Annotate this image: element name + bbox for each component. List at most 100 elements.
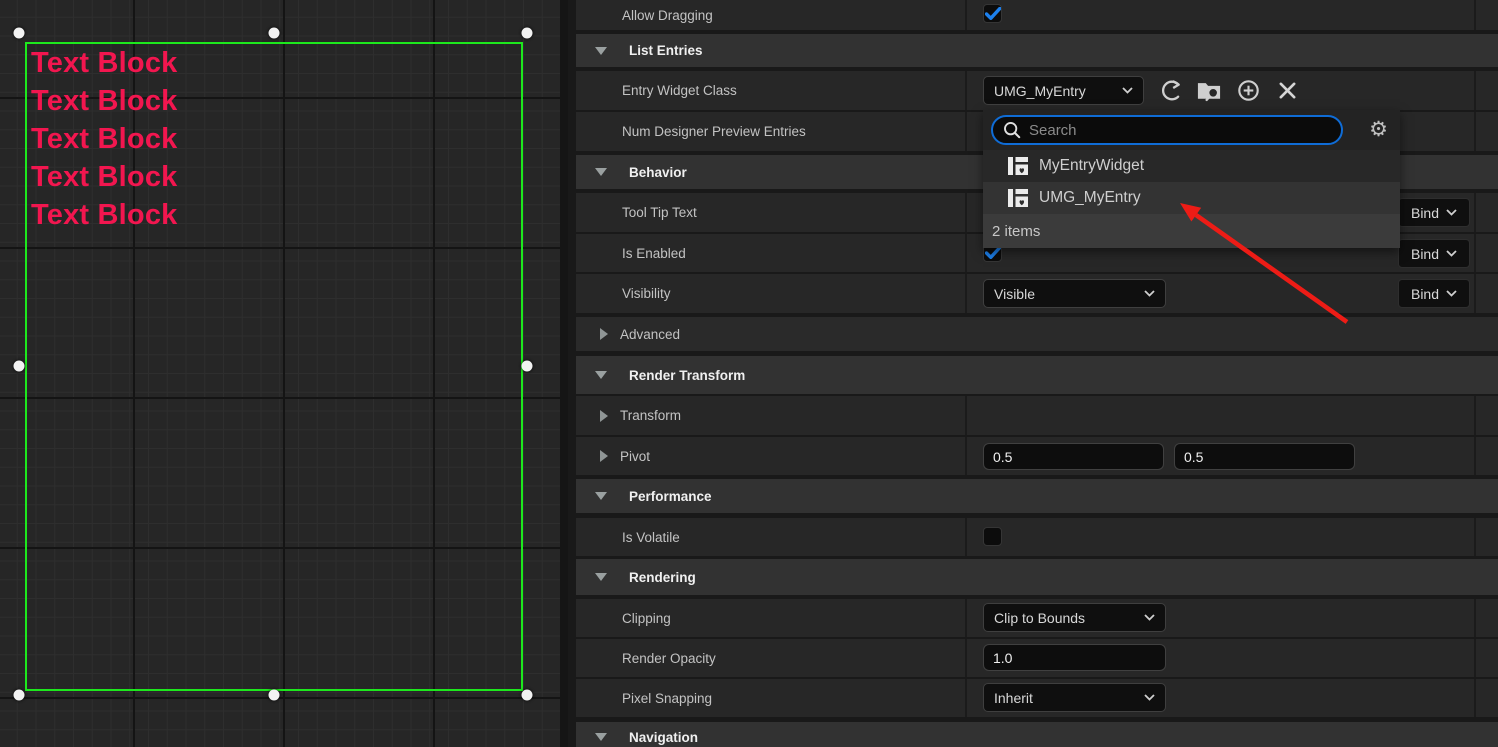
clear-asset-icon[interactable] xyxy=(1275,79,1299,103)
widget-blueprint-icon xyxy=(1007,188,1029,208)
row-visibility: Visibility Visible Bind xyxy=(576,274,1498,313)
pivot-y-field[interactable] xyxy=(1174,443,1355,470)
row-is-volatile: Is Volatile xyxy=(576,518,1498,556)
chevron-down-icon xyxy=(1144,290,1155,297)
allow-dragging-checkbox[interactable] xyxy=(983,4,1002,23)
search-icon xyxy=(1003,121,1021,139)
text-block-line: Text Block xyxy=(31,196,178,234)
section-title: Navigation xyxy=(607,730,698,745)
chevron-down-icon xyxy=(1446,209,1457,216)
search-input[interactable] xyxy=(1029,122,1309,139)
collapse-triangle-icon xyxy=(595,492,607,500)
is-volatile-label: Is Volatile xyxy=(576,530,680,545)
section-title: Render Transform xyxy=(607,368,745,383)
use-selected-asset-icon[interactable] xyxy=(1158,79,1182,103)
entry-widget-class-label: Entry Widget Class xyxy=(576,83,737,98)
asset-toolbar xyxy=(1158,79,1299,103)
collapse-triangle-icon xyxy=(595,573,607,581)
entry-widget-class-value: UMG_MyEntry xyxy=(994,83,1086,99)
chevron-down-icon xyxy=(1144,694,1155,701)
section-render-transform[interactable]: Render Transform xyxy=(576,356,1498,394)
details-panel: Allow Dragging List Entries Entry Widget… xyxy=(560,0,1498,747)
row-clipping: Clipping Clip to Bounds xyxy=(576,599,1498,637)
item-count-status: 2 items xyxy=(983,214,1400,248)
resize-handle-top-center[interactable] xyxy=(269,28,280,39)
clipping-value: Clip to Bounds xyxy=(994,610,1085,626)
collapse-triangle-icon xyxy=(595,47,607,55)
num-designer-preview-entries-label: Num Designer Preview Entries xyxy=(576,124,806,139)
tool-tip-text-label: Tool Tip Text xyxy=(576,205,697,220)
row-pixel-snapping: Pixel Snapping Inherit xyxy=(576,679,1498,717)
resize-handle-bottom-right[interactable] xyxy=(522,690,533,701)
is-volatile-checkbox[interactable] xyxy=(983,527,1002,546)
text-block-line: Text Block xyxy=(31,120,178,158)
chevron-down-icon xyxy=(1122,87,1133,94)
row-pivot: Pivot xyxy=(576,437,1498,475)
gear-icon[interactable]: ⚙ xyxy=(1369,117,1388,143)
pixel-snapping-dropdown[interactable]: Inherit xyxy=(983,683,1166,712)
section-rendering[interactable]: Rendering xyxy=(576,559,1498,595)
row-advanced[interactable]: Advanced xyxy=(576,317,1498,351)
entry-widget-class-dropdown[interactable]: UMG_MyEntry xyxy=(983,76,1144,105)
text-block-line: Text Block xyxy=(31,158,178,196)
transform-label: Transform xyxy=(576,408,681,423)
pivot-label: Pivot xyxy=(576,449,650,464)
class-option-label: UMG_MyEntry xyxy=(1039,189,1141,207)
row-transform[interactable]: Transform xyxy=(576,396,1498,435)
section-performance[interactable]: Performance xyxy=(576,479,1498,513)
chevron-down-icon xyxy=(1144,614,1155,621)
expand-triangle-icon xyxy=(600,450,608,462)
section-list-entries[interactable]: List Entries xyxy=(576,34,1498,67)
row-allow-dragging: Allow Dragging xyxy=(576,0,1498,30)
visibility-label: Visibility xyxy=(576,286,671,301)
visibility-dropdown[interactable]: Visible xyxy=(983,279,1166,308)
browse-to-asset-icon[interactable] xyxy=(1197,79,1221,103)
allow-dragging-label: Allow Dragging xyxy=(576,8,713,23)
pivot-x-field[interactable] xyxy=(983,443,1164,470)
visibility-value: Visible xyxy=(994,286,1035,302)
row-entry-widget-class: Entry Widget Class UMG_MyEntry xyxy=(576,71,1498,110)
section-title: Behavior xyxy=(607,165,687,180)
expand-triangle-icon xyxy=(600,328,608,340)
bind-button-visibility[interactable]: Bind xyxy=(1398,279,1470,308)
text-block-line: Text Block xyxy=(31,44,178,82)
resize-handle-middle-left[interactable] xyxy=(14,361,25,372)
expand-triangle-icon xyxy=(600,410,608,422)
bind-button-is-enabled[interactable]: Bind xyxy=(1398,239,1470,268)
designer-canvas[interactable]: Text Block Text Block Text Block Text Bl… xyxy=(0,0,560,747)
collapse-triangle-icon xyxy=(595,168,607,176)
search-box[interactable] xyxy=(991,115,1343,145)
resize-handle-top-left[interactable] xyxy=(14,28,25,39)
is-enabled-label: Is Enabled xyxy=(576,246,686,261)
class-picker-popup: ⚙ MyEntryWidget UMG_MyEntry 2 items xyxy=(983,110,1400,248)
clipping-dropdown[interactable]: Clip to Bounds xyxy=(983,603,1166,632)
make-new-asset-icon[interactable] xyxy=(1236,79,1260,103)
check-icon xyxy=(985,7,1001,20)
resize-handle-top-right[interactable] xyxy=(522,28,533,39)
resize-handle-bottom-center[interactable] xyxy=(269,690,280,701)
chevron-down-icon xyxy=(1446,250,1457,257)
class-option-label: MyEntryWidget xyxy=(1039,157,1144,175)
bind-button-tool-tip-text[interactable]: Bind xyxy=(1398,198,1470,227)
umg-editor: Text Block Text Block Text Block Text Bl… xyxy=(0,0,1498,747)
collapse-triangle-icon xyxy=(595,733,607,741)
class-option-umg-myentry[interactable]: UMG_MyEntry xyxy=(983,182,1400,214)
widget-blueprint-icon xyxy=(1007,156,1029,176)
class-option-myentrywidget[interactable]: MyEntryWidget xyxy=(983,150,1400,182)
advanced-label: Advanced xyxy=(576,327,680,342)
row-render-opacity: Render Opacity xyxy=(576,639,1498,677)
section-navigation[interactable]: Navigation xyxy=(576,722,1498,747)
render-opacity-label: Render Opacity xyxy=(576,651,716,666)
collapse-triangle-icon xyxy=(595,371,607,379)
render-opacity-field[interactable] xyxy=(983,644,1166,671)
clipping-label: Clipping xyxy=(576,611,671,626)
pixel-snapping-label: Pixel Snapping xyxy=(576,691,712,706)
resize-handle-bottom-left[interactable] xyxy=(14,690,25,701)
list-view-preview[interactable]: Text Block Text Block Text Block Text Bl… xyxy=(31,44,178,234)
pixel-snapping-value: Inherit xyxy=(994,690,1033,706)
resize-handle-middle-right[interactable] xyxy=(522,361,533,372)
chevron-down-icon xyxy=(1446,290,1457,297)
text-block-line: Text Block xyxy=(31,82,178,120)
section-title: Performance xyxy=(607,489,712,504)
section-title: Rendering xyxy=(607,570,696,585)
